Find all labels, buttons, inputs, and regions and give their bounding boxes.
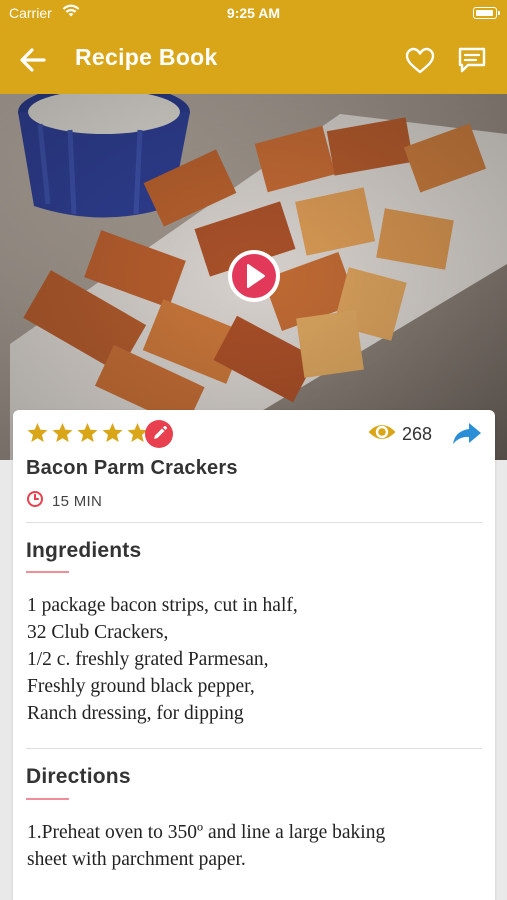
ingredients-list: 1 package bacon strips, cut in half, 32 … — [27, 592, 298, 727]
share-arrow-icon[interactable] — [452, 422, 482, 446]
arrow-left-icon[interactable] — [18, 45, 50, 75]
view-count-value: 268 — [402, 424, 433, 444]
direction-line: 1.Preheat oven to 350º and line a large … — [27, 822, 386, 843]
directions-heading: Directions — [26, 765, 131, 788]
status-bar: Carrier 9:25 AM — [0, 0, 507, 26]
chat-bubble-icon[interactable] — [456, 45, 488, 75]
battery-icon — [473, 7, 500, 19]
ingredient-line: Ranch dressing, for dipping — [27, 703, 244, 724]
star-filled-icon[interactable] — [26, 422, 49, 444]
cook-time: 15 MIN — [26, 490, 102, 513]
star-rating[interactable] — [26, 422, 149, 444]
direction-line: sheet with parchment paper. — [27, 849, 246, 870]
star-filled-icon[interactable] — [51, 422, 74, 444]
ingredient-line: 1 package bacon strips, cut in half, — [27, 595, 298, 616]
pencil-icon[interactable] — [145, 420, 173, 448]
page-title: Recipe Book — [75, 44, 218, 70]
view-count: 268 — [367, 422, 432, 447]
divider — [26, 748, 482, 749]
star-filled-icon[interactable] — [101, 422, 124, 444]
recipe-detail-card: 268 Bacon Parm Crackers 15 MIN Ingredien… — [13, 410, 495, 900]
directions-accent — [26, 798, 69, 800]
ingredients-heading: Ingredients — [26, 539, 142, 562]
clock: 9:25 AM — [226, 5, 281, 21]
cook-time-value: 15 MIN — [52, 493, 103, 510]
directions-text: 1.Preheat oven to 350º and line a large … — [27, 819, 385, 873]
ingredient-line: 32 Club Crackers, — [27, 622, 169, 643]
recipe-photo[interactable] — [0, 94, 507, 460]
heart-outline-icon[interactable] — [404, 46, 436, 76]
recipe-name: Bacon Parm Crackers — [26, 457, 238, 479]
ingredient-line: Freshly ground black pepper, — [27, 676, 255, 697]
eye-icon — [367, 422, 397, 447]
divider — [26, 522, 482, 523]
ingredient-line: 1/2 c. freshly grated Parmesan, — [27, 649, 269, 670]
ingredients-accent — [26, 571, 69, 573]
clock-icon — [26, 490, 44, 513]
play-circle-icon[interactable] — [227, 249, 281, 303]
star-filled-icon[interactable] — [76, 422, 99, 444]
navigation-bar: Recipe Book — [0, 26, 507, 94]
